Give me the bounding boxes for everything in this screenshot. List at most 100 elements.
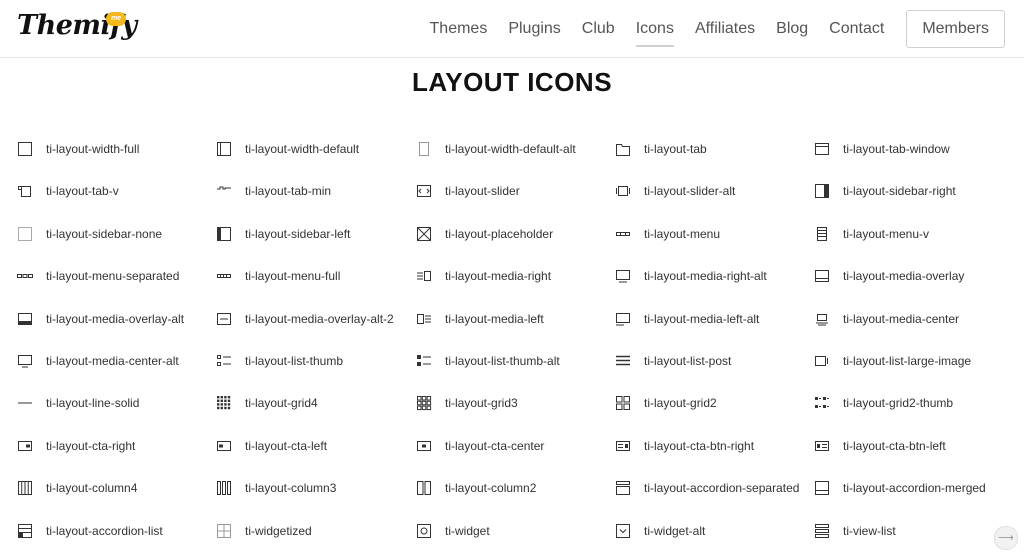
layout-sidebar-none-icon bbox=[17, 226, 33, 242]
nav-icons[interactable]: Icons bbox=[635, 14, 675, 47]
icon-row: ti-layout-cta-right ti-layout-cta-left ti-… bbox=[0, 425, 1024, 467]
icon-item[interactable]: ti-layout-menu-full bbox=[216, 255, 411, 297]
layout-column4-icon bbox=[17, 480, 33, 496]
layout-tab-icon bbox=[615, 141, 631, 157]
icon-item[interactable]: ti-layout-grid3 bbox=[416, 382, 611, 424]
icon-label: ti-layout-sidebar-none bbox=[46, 226, 163, 241]
icon-item[interactable]: ti-layout-media-overlay-alt-2 bbox=[216, 298, 411, 340]
icon-label: ti-widgetized bbox=[245, 523, 312, 538]
layout-media-left-icon bbox=[416, 311, 432, 327]
icon-row: ti-layout-width-full ti-layout-width-defa… bbox=[0, 128, 1024, 170]
icon-label: ti-layout-media-right-alt bbox=[644, 269, 767, 284]
icon-label: ti-layout-media-center bbox=[843, 311, 960, 326]
nav-blog[interactable]: Blog bbox=[776, 14, 808, 44]
icon-item[interactable]: ti-layout-list-post bbox=[615, 340, 810, 382]
icon-item[interactable]: ti-layout-column3 bbox=[216, 467, 411, 509]
nav-plugins[interactable]: Plugins bbox=[508, 14, 560, 44]
icon-item[interactable]: ti-layout-slider bbox=[416, 170, 611, 212]
view-list-icon bbox=[814, 523, 830, 539]
icon-item[interactable]: ti-layout-list-thumb bbox=[216, 340, 411, 382]
icon-item[interactable]: ti-layout-width-default-alt bbox=[416, 128, 611, 170]
widgetized-icon bbox=[216, 523, 232, 539]
icon-item[interactable]: ti-layout-tab-min bbox=[216, 170, 411, 212]
icon-item[interactable]: ti-widgetized bbox=[216, 510, 411, 552]
icon-item[interactable]: ti-layout-list-thumb-alt bbox=[416, 340, 611, 382]
icon-label: ti-layout-placeholder bbox=[445, 226, 554, 241]
icon-row: ti-layout-column4 ti-layout-column3 ti-lay… bbox=[0, 467, 1024, 509]
nav-themes[interactable]: Themes bbox=[430, 14, 488, 44]
icon-row: ti-layout-media-overlay-alt ti-layout-med… bbox=[0, 298, 1024, 340]
icon-item[interactable]: ti-layout-tab bbox=[615, 128, 810, 170]
icon-item[interactable]: ti-layout-accordion-list bbox=[17, 510, 212, 552]
icon-item[interactable]: ti-layout-sidebar-none bbox=[17, 213, 212, 255]
icon-item[interactable]: ti-layout-media-left bbox=[416, 298, 611, 340]
icon-item[interactable]: ti-layout-list-large-image bbox=[814, 340, 1009, 382]
members-button[interactable]: Members bbox=[906, 9, 1005, 48]
layout-grid3-icon bbox=[416, 395, 432, 411]
icon-item[interactable]: ti-widget bbox=[416, 510, 611, 552]
icon-item[interactable]: ti-layout-cta-btn-left bbox=[814, 425, 1009, 467]
icon-item[interactable]: ti-layout-column2 bbox=[416, 467, 611, 509]
icon-label: ti-layout-grid2 bbox=[644, 396, 717, 411]
icon-item[interactable]: ti-layout-width-default bbox=[216, 128, 411, 170]
icon-item[interactable]: ti-layout-menu-v bbox=[814, 213, 1009, 255]
icon-label: ti-layout-list-thumb-alt bbox=[445, 354, 560, 368]
layout-line-solid-icon bbox=[17, 395, 33, 411]
icon-item[interactable]: ti-layout-menu bbox=[615, 213, 810, 255]
icon-item[interactable]: ti-layout-slider-alt bbox=[615, 170, 810, 212]
icon-label: ti-layout-list-post bbox=[644, 354, 732, 368]
icon-item[interactable]: ti-layout-tab-window bbox=[814, 128, 1009, 170]
icon-item[interactable]: ti-layout-media-overlay bbox=[814, 255, 1009, 297]
icon-row: ti-layout-menu-separated ti-layout-menu-f… bbox=[0, 255, 1024, 297]
icon-item[interactable]: ti-layout-sidebar-left bbox=[216, 213, 411, 255]
icon-item[interactable]: ti-layout-media-right bbox=[416, 255, 611, 297]
icon-label: ti-layout-width-full bbox=[46, 142, 140, 156]
icon-label: ti-layout-grid2-thumb bbox=[843, 396, 954, 411]
icon-item[interactable]: ti-layout-line-solid bbox=[17, 382, 212, 424]
icon-label: ti-layout-accordion-merged bbox=[843, 481, 986, 496]
icon-item[interactable]: ti-layout-column4 bbox=[17, 467, 212, 509]
icon-item[interactable]: ti-layout-grid4 bbox=[216, 382, 411, 424]
icon-item[interactable]: ti-layout-media-overlay-alt bbox=[17, 298, 212, 340]
layout-menu-full-icon bbox=[216, 268, 232, 284]
icon-item[interactable]: ti-layout-media-center bbox=[814, 298, 1009, 340]
icon-item[interactable]: ti-layout-accordion-merged bbox=[814, 467, 1009, 509]
icon-item[interactable]: ti-layout-cta-right bbox=[17, 425, 212, 467]
scroll-top-icon[interactable]: ⟶ bbox=[994, 526, 1018, 550]
icon-item[interactable]: ti-layout-placeholder bbox=[416, 213, 611, 255]
icon-item[interactable]: ti-layout-tab-v bbox=[17, 170, 212, 212]
nav-affiliates[interactable]: Affiliates bbox=[695, 14, 755, 44]
icon-item[interactable]: ti-layout-cta-left bbox=[216, 425, 411, 467]
layout-cta-btn-left-icon bbox=[814, 438, 830, 454]
layout-tab-v-icon bbox=[17, 183, 33, 199]
layout-menu-v-icon bbox=[814, 226, 830, 242]
icon-label: ti-layout-sidebar-right bbox=[843, 184, 956, 199]
icon-item[interactable]: ti-layout-media-left-alt bbox=[615, 298, 810, 340]
layout-width-full-icon bbox=[17, 141, 33, 157]
icon-item[interactable]: ti-layout-width-full bbox=[17, 128, 212, 170]
icon-item[interactable]: ti-view-list bbox=[814, 510, 1009, 552]
icon-item[interactable]: ti-layout-sidebar-right bbox=[814, 170, 1009, 212]
icon-item[interactable]: ti-layout-cta-btn-right bbox=[615, 425, 810, 467]
icon-item[interactable]: ti-layout-accordion-separated bbox=[615, 467, 810, 509]
widget-alt-icon bbox=[615, 523, 631, 539]
icon-item[interactable]: ti-layout-menu-separated bbox=[17, 255, 212, 297]
nav-contact[interactable]: Contact bbox=[829, 14, 884, 44]
icon-item[interactable]: ti-widget-alt bbox=[615, 510, 810, 552]
icon-row: ti-layout-tab-v ti-layout-tab-min ti-layou… bbox=[0, 170, 1024, 212]
icon-item[interactable]: ti-layout-media-right-alt bbox=[615, 255, 810, 297]
icon-label: ti-layout-tab-window bbox=[843, 142, 950, 156]
icon-label: ti-layout-menu-v bbox=[843, 226, 930, 241]
icon-label: ti-layout-width-default bbox=[245, 142, 360, 156]
icon-label: ti-layout-tab-min bbox=[245, 184, 332, 199]
icon-label: ti-layout-cta-left bbox=[245, 438, 328, 453]
icon-item[interactable]: ti-layout-media-center-alt bbox=[17, 340, 212, 382]
icon-item[interactable]: ti-layout-grid2 bbox=[615, 382, 810, 424]
layout-media-overlay-alt-2-icon bbox=[216, 311, 232, 327]
layout-tab-window-icon bbox=[814, 141, 830, 157]
icon-item[interactable]: ti-layout-cta-center bbox=[416, 425, 611, 467]
icon-label: ti-layout-menu bbox=[644, 226, 721, 241]
icon-item[interactable]: ti-layout-grid2-thumb bbox=[814, 382, 1009, 424]
icon-label: ti-layout-line-solid bbox=[46, 396, 140, 411]
nav-club[interactable]: Club bbox=[582, 14, 615, 44]
